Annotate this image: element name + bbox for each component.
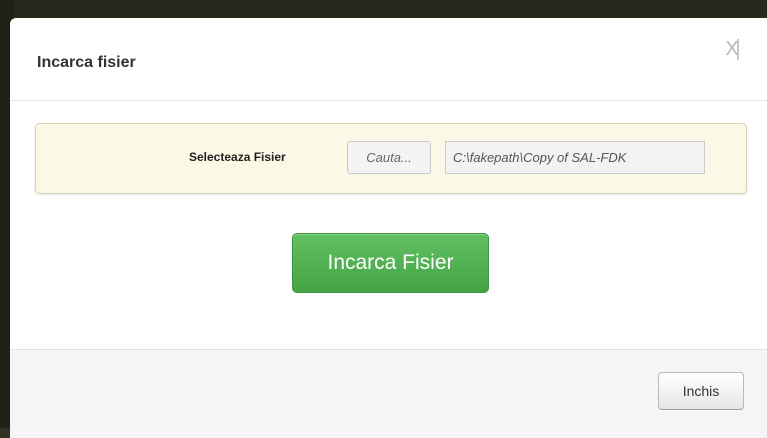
dialog-title: Incarca fisier [37,54,136,71]
upload-dialog: Incarca fisier X Selecteaza Fisier Cauta… [10,18,767,438]
close-button[interactable]: Inchis [658,372,744,410]
file-select-panel: Selecteaza Fisier Cauta... [35,123,747,194]
file-select-label: Selecteaza Fisier [189,150,286,164]
dialog-header: Incarca fisier X [10,18,767,101]
file-path-field[interactable] [445,141,705,174]
browse-button[interactable]: Cauta... [347,141,431,174]
dialog-body: Selecteaza Fisier Cauta... Incarca Fisie… [10,101,767,349]
upload-file-button[interactable]: Incarca Fisier [292,233,489,293]
dialog-footer: Inchis [10,349,767,438]
close-icon[interactable]: X [723,37,741,61]
